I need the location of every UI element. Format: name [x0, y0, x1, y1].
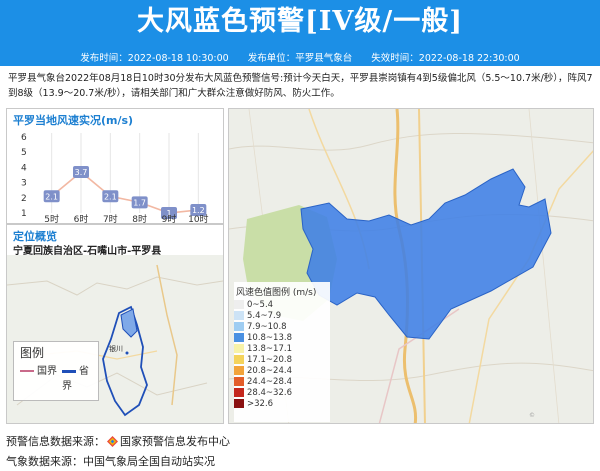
data-label: 3.7 [75, 168, 88, 177]
wind-legend-item: 5.4~7.9 [234, 311, 330, 322]
province-border-swatch [62, 369, 76, 373]
data-label: 2.1 [104, 192, 117, 201]
expire-time: 失效时间：2022-08-18 22:30:00 [371, 53, 520, 64]
warning-header: 大风蓝色预警[IV级/一般] [0, 0, 600, 52]
wind-series-line [51, 170, 199, 214]
wind-legend-item: 7.9~10.8 [234, 322, 330, 333]
warning-center-logo-icon [107, 436, 118, 447]
x-tick-label: 10时 [188, 213, 208, 223]
data-label: 1.2 [192, 206, 205, 215]
x-tick-label: 5时 [44, 213, 59, 223]
publisher: 发布单位：平罗县气象台 [247, 53, 353, 64]
national-border-swatch [20, 370, 34, 372]
y-tick-label: 2 [21, 194, 27, 204]
city-label-yinchuan: 银川 [109, 344, 123, 353]
location-legend: 图例 国界 省界 [13, 341, 99, 401]
legend-title: 图例 [20, 346, 45, 360]
y-tick-label: 3 [21, 179, 27, 189]
wind-legend-item: 17.1~20.8 [234, 355, 330, 366]
x-tick-label: 9时 [162, 213, 177, 223]
warning-title: 大风蓝色预警[IV级/一般] [137, 6, 463, 37]
data-label: 1.7 [133, 198, 146, 207]
map-attribution: © [529, 412, 535, 419]
wind-legend-item: >32.6 [234, 399, 330, 410]
publish-time: 发布时间：2022-08-18 10:30:00 [80, 53, 229, 64]
wind-speed-panel: 平罗当地风速实况(m/s) 1 2 3 4 5 6 2.1 5时 3.7 6时 2.1 7时 1.7 8时… [6, 108, 224, 224]
wind-speed-chart: 1234562.15时3.76时2.17时1.78时19时1.210时 [21, 133, 209, 223]
x-tick-label: 7时 [103, 213, 118, 223]
x-tick-label: 6时 [74, 213, 89, 223]
y-tick-label: 5 [21, 148, 27, 158]
footer-source-warning: 预警信息数据来源： 国家预警信息发布中心 [6, 435, 230, 448]
wind-legend-item: 20.8~24.4 [234, 366, 330, 377]
data-label: 2.1 [45, 192, 58, 201]
x-tick-label: 8时 [132, 213, 147, 223]
wind-legend-item: 24.4~28.4 [234, 377, 330, 388]
location-panel: 定位概览 宁夏回族自治区-石嘴山市-平罗县 银川 图例 国界 省界 [6, 224, 224, 424]
legend-item-province-border: 省界 [62, 366, 89, 392]
warning-meta-bar: 发布时间：2022-08-18 10:30:00 发布单位：平罗县气象台 失效时… [0, 52, 600, 66]
wind-legend-item: 28.4~32.6 [234, 388, 330, 399]
footer-source-weather: 气象数据来源：中国气象局全国自动站实况 [6, 455, 215, 468]
wind-legend-title: 风速色值图例 (m/s) [236, 288, 317, 298]
wind-color-legend: 风速色值图例 (m/s) 0~5.4 5.4~7.9 7.9~10.8 10.8… [234, 282, 330, 422]
y-tick-label: 1 [21, 209, 27, 219]
warning-map-panel: © 风速色值图例 (m/s) 0~5.4 5.4~7.9 7.9~10.8 10… [228, 108, 594, 424]
y-tick-label: 6 [21, 133, 27, 143]
warning-description: 平罗县气象台2022年08月18日10时30分发布大风蓝色预警信号:预计今天白天… [8, 73, 593, 99]
wind-legend-item: 13.8~17.1 [234, 344, 330, 355]
wind-legend-item: 10.8~13.8 [234, 333, 330, 344]
y-tick-label: 4 [21, 163, 27, 173]
legend-item-national-border: 国界 [20, 362, 57, 377]
wind-legend-item: 0~5.4 [234, 300, 330, 311]
